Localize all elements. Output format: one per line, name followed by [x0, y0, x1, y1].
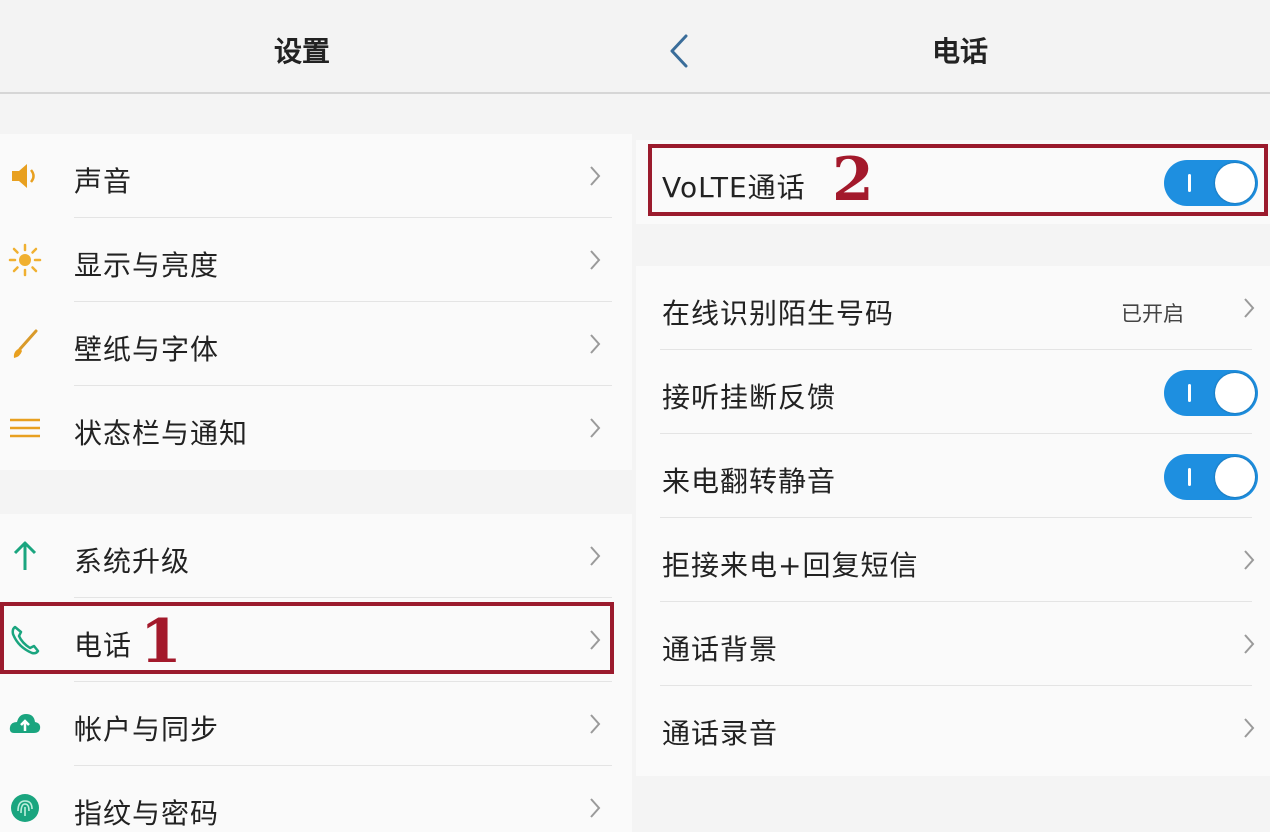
stranger-number-status: 已开启: [1121, 302, 1184, 326]
answer-feedback-row: 接听挂断反馈: [636, 350, 1270, 434]
settings-item-label: 状态栏与通知: [74, 417, 249, 450]
chevron-right-icon[interactable]: [1240, 294, 1258, 322]
settings-item-phone[interactable]: 电话: [0, 598, 632, 682]
volte-group: VoLTE通话: [636, 140, 1270, 224]
phone-title: 电话: [932, 35, 989, 68]
settings-item-account[interactable]: 帐户与同步: [0, 682, 632, 766]
settings-item-label: 声音: [74, 165, 133, 198]
chevron-right-icon[interactable]: [586, 162, 604, 190]
call-recording-label: 通话录音: [662, 717, 779, 750]
flip-mute-label: 来电翻转静音: [662, 465, 837, 498]
arrow-up-icon: [13, 541, 37, 570]
chevron-right-icon[interactable]: [1240, 546, 1258, 574]
chevron-right-icon[interactable]: [586, 414, 604, 442]
chevron-right-icon[interactable]: [586, 710, 604, 738]
chevron-right-icon[interactable]: [586, 330, 604, 358]
volte-label: VoLTE通话: [662, 171, 806, 204]
settings-group-display: 声音 显示与亮度 壁纸与字体 状态栏与通知: [0, 134, 632, 470]
step-1-number: 1: [140, 607, 182, 677]
settings-title: 设置: [274, 35, 331, 68]
settings-group-system: 系统升级 电话 帐户与同步 指纹与密码: [0, 514, 632, 832]
volte-row: VoLTE通话: [636, 140, 1270, 224]
settings-item-update[interactable]: 系统升级: [0, 514, 632, 598]
call-background-label: 通话背景: [662, 633, 779, 666]
settings-item-label: 系统升级: [74, 545, 191, 578]
fingerprint-icon: [11, 794, 39, 822]
phone-settings-group: 在线识别陌生号码 已开启 接听挂断反馈 来电翻转静音 拒接来电+回复短信 通话背…: [636, 266, 1270, 776]
volte-toggle[interactable]: [1164, 160, 1258, 206]
sun-icon: [8, 243, 42, 277]
chevron-right-icon[interactable]: [1240, 630, 1258, 658]
phone-settings-panel: VoLTE通话 在线识别陌生号码 已开启 接听挂断反馈 来电翻转静音 拒接来电+…: [636, 96, 1270, 832]
reject-sms-row[interactable]: 拒接来电+回复短信: [636, 518, 1270, 602]
settings-item-label: 壁纸与字体: [74, 333, 220, 366]
call-background-row[interactable]: 通话背景: [636, 602, 1270, 686]
settings-item-wallpaper[interactable]: 壁纸与字体: [0, 302, 632, 386]
stranger-number-label: 在线识别陌生号码: [662, 297, 895, 330]
answer-feedback-label: 接听挂断反馈: [662, 381, 837, 414]
settings-item-label: 指纹与密码: [74, 797, 220, 830]
chevron-right-icon[interactable]: [586, 626, 604, 654]
answer-feedback-toggle[interactable]: [1164, 370, 1258, 416]
settings-item-label: 帐户与同步: [74, 713, 220, 746]
top-bar: 设置 电话: [0, 0, 1270, 94]
cloud-icon: [9, 714, 41, 733]
chevron-right-icon[interactable]: [1240, 714, 1258, 742]
menu-lines-icon: [10, 418, 40, 438]
flip-mute-row: 来电翻转静音: [636, 434, 1270, 518]
flip-mute-toggle[interactable]: [1164, 454, 1258, 500]
call-recording-row[interactable]: 通话录音: [636, 686, 1270, 770]
settings-item-sound[interactable]: 声音: [0, 134, 632, 218]
settings-item-statusbar[interactable]: 状态栏与通知: [0, 386, 632, 470]
chevron-right-icon[interactable]: [586, 246, 604, 274]
chevron-right-icon[interactable]: [586, 794, 604, 822]
settings-item-label: 显示与亮度: [74, 249, 220, 282]
reject-sms-label: 拒接来电+回复短信: [662, 549, 919, 582]
phone-icon: [11, 625, 40, 655]
chevron-right-icon[interactable]: [586, 542, 604, 570]
settings-item-label: 电话: [74, 629, 133, 662]
chevron-left-icon[interactable]: [664, 30, 694, 72]
settings-panel: 声音 显示与亮度 壁纸与字体 状态栏与通知 系统升级 电话 帐户与同步 指纹与密…: [0, 96, 632, 832]
speaker-icon: [12, 164, 35, 188]
step-2-number: 2: [832, 145, 874, 215]
stranger-number-row[interactable]: 在线识别陌生号码 已开启: [636, 266, 1270, 350]
brush-icon: [13, 329, 38, 358]
settings-item-display[interactable]: 显示与亮度: [0, 218, 632, 302]
settings-item-fingerprint[interactable]: 指纹与密码: [0, 766, 632, 832]
